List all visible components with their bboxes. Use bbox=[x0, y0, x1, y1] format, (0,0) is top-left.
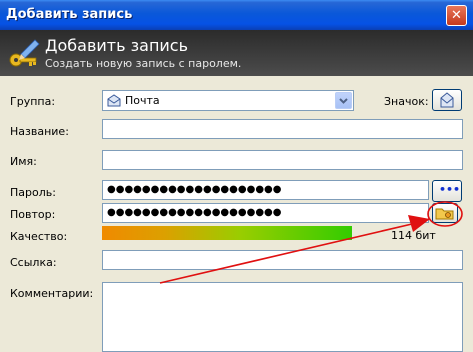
banner-title: Добавить запись bbox=[45, 36, 189, 55]
group-select[interactable]: Почта bbox=[102, 90, 354, 111]
mail-icon bbox=[107, 94, 121, 107]
quality-bar bbox=[102, 226, 352, 240]
group-select-value: Почта bbox=[125, 94, 160, 107]
quality-label: Качество: bbox=[10, 230, 68, 243]
password-generator-button[interactable] bbox=[432, 203, 458, 223]
group-label: Группа: bbox=[10, 95, 56, 108]
username-label: Имя: bbox=[10, 155, 37, 168]
window-titlebar: Добавить запись ✕ bbox=[0, 0, 473, 30]
key-folder-icon bbox=[435, 208, 454, 220]
show-password-button[interactable]: ••• bbox=[432, 180, 462, 202]
title-field[interactable] bbox=[102, 119, 463, 139]
dots-icon: ••• bbox=[439, 183, 461, 196]
password-label: Пароль: bbox=[10, 186, 56, 199]
repeat-label: Повтор: bbox=[10, 208, 56, 221]
icon-picker-button[interactable] bbox=[432, 89, 462, 111]
comments-field[interactable] bbox=[102, 282, 463, 352]
icon-label: Значок: bbox=[384, 95, 429, 108]
key-pencil-icon bbox=[9, 39, 40, 67]
title-label: Название: bbox=[10, 125, 69, 138]
chevron-down-icon bbox=[339, 98, 348, 104]
close-icon: ✕ bbox=[451, 8, 462, 23]
group-dropdown-button[interactable] bbox=[335, 92, 352, 109]
password-field[interactable]: ●●●●●●●●●●●●●●●●●●●● bbox=[102, 180, 429, 200]
window-title: Добавить запись bbox=[6, 7, 133, 22]
banner-subtitle: Создать новую запись с паролем. bbox=[45, 57, 242, 70]
quality-bits: 114 бит bbox=[391, 229, 436, 242]
url-field[interactable] bbox=[102, 250, 463, 270]
comments-label: Комментарии: bbox=[10, 287, 94, 300]
url-label: Ссылка: bbox=[10, 256, 57, 269]
header-banner: Добавить запись Создать новую запись с п… bbox=[0, 30, 473, 76]
repeat-password-field[interactable]: ●●●●●●●●●●●●●●●●●●●● bbox=[102, 203, 429, 223]
mail-icon bbox=[440, 92, 454, 108]
close-button[interactable]: ✕ bbox=[446, 5, 467, 26]
username-field[interactable] bbox=[102, 150, 463, 170]
